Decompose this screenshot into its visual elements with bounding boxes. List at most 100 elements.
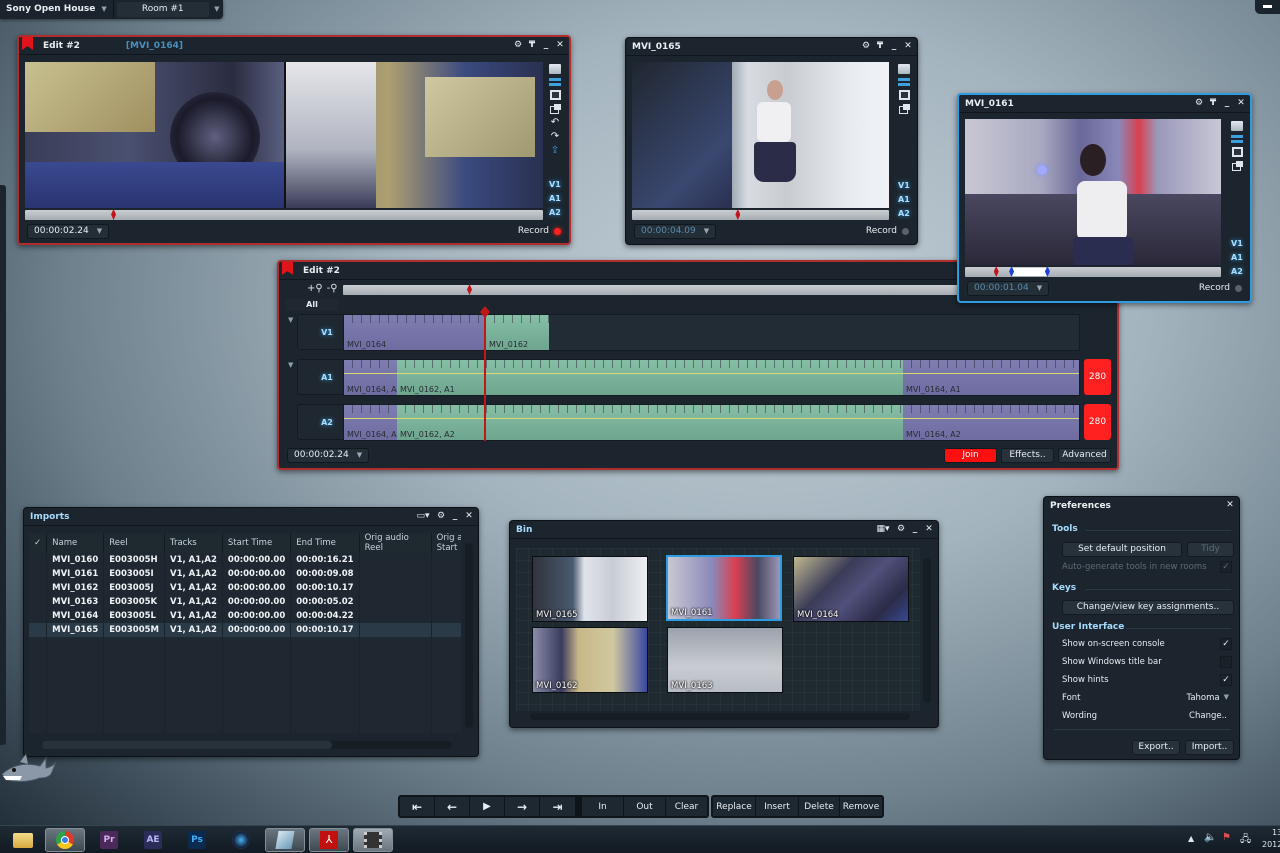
folder-icon[interactable] xyxy=(898,64,910,74)
volume-icon[interactable]: 🔈 xyxy=(1204,832,1216,843)
step-forward-button[interactable]: → xyxy=(505,797,540,816)
timeline-clip[interactable]: MVI_0164, A1 xyxy=(903,360,1079,395)
minimize-icon[interactable]: _ xyxy=(1222,98,1232,109)
video-frame[interactable] xyxy=(632,62,889,208)
zoom-in-icon[interactable]: +⚲ xyxy=(307,283,323,294)
gear-icon[interactable]: ⚙ xyxy=(513,40,523,51)
frame-icon[interactable] xyxy=(1231,147,1243,157)
column-header[interactable]: ✓ xyxy=(29,533,48,553)
timecode-display[interactable]: 00:00:01.04 ▼ xyxy=(967,281,1050,296)
bin-item-selected[interactable]: MVI_0161 xyxy=(666,555,782,621)
replace-button[interactable]: Replace xyxy=(713,797,756,816)
timecode-display[interactable]: 00:00:04.09 ▼ xyxy=(634,224,717,239)
collapse-a1-icon[interactable]: ▼ xyxy=(288,361,293,369)
premiere-icon[interactable]: Pr xyxy=(89,828,129,852)
minimize-icon[interactable]: _ xyxy=(450,511,460,522)
video-frame[interactable] xyxy=(25,62,543,208)
bin-item[interactable]: MVI_0165 xyxy=(532,556,648,622)
view-mode-icon[interactable]: ▭▾ xyxy=(414,511,432,522)
mark-out-button[interactable]: Out xyxy=(624,797,666,816)
track-a2[interactable]: MVI_0164, A2 MVI_0162, A2 MVI_0164, A2 xyxy=(343,404,1080,441)
record-viewer-titlebar[interactable]: Edit #2 [MVI_0164] ⚙ ₸ _ ✕ xyxy=(19,37,569,55)
bin-titlebar[interactable]: Bin ▦▾ ⚙ _ ✕ xyxy=(510,521,938,539)
pin-icon[interactable]: ₸ xyxy=(875,41,885,52)
delete-button[interactable]: Delete xyxy=(799,797,840,816)
change-key-assignments-button[interactable]: Change/view key assignments.. xyxy=(1062,600,1234,615)
close-icon[interactable]: ✕ xyxy=(555,40,565,51)
photoshop-icon[interactable]: Ps xyxy=(177,828,217,852)
table-row[interactable]: MVI_0165 E003005M V1, A1,A2 00:00:00.00 00:0… xyxy=(29,623,461,637)
export-button[interactable]: Export.. xyxy=(1132,740,1180,755)
playhead-marker[interactable] xyxy=(467,284,472,295)
gear-icon[interactable]: ⚙ xyxy=(861,41,871,52)
timecode-display[interactable]: 00:00:02.24 ▼ xyxy=(27,224,110,239)
track-v1-label[interactable]: V1 xyxy=(549,180,561,189)
collapse-v1-icon[interactable]: ▼ xyxy=(288,316,293,324)
table-row[interactable]: MVI_0160 E003005H V1, A1,A2 00:00:00.00 00:0… xyxy=(29,553,461,567)
timeline-clip[interactable]: MVI_0162 xyxy=(486,315,549,350)
scrub-bar[interactable] xyxy=(25,209,543,220)
timeline-clip[interactable]: MVI_0162, A1 xyxy=(397,360,903,395)
wording-change-link[interactable]: Change.. xyxy=(1189,711,1227,721)
table-row[interactable]: MVI_0163 E003005K V1, A1,A2 00:00:00.00 00:0… xyxy=(29,595,461,609)
undo-icon[interactable]: ↶ xyxy=(549,118,561,128)
scrub-bar[interactable] xyxy=(632,209,889,220)
notepad-icon[interactable] xyxy=(265,828,305,852)
clock-date[interactable]: 2012 xyxy=(1262,840,1280,849)
chevron-down-icon[interactable]: ▼ xyxy=(211,0,223,19)
remove-button[interactable]: Remove xyxy=(840,797,882,816)
tidy-button[interactable]: Tidy xyxy=(1187,542,1234,557)
vertical-scrollbar[interactable] xyxy=(465,543,473,728)
grid-view-icon[interactable]: ▦▾ xyxy=(874,524,892,535)
overlap-icon[interactable] xyxy=(898,104,910,114)
track-a2-label[interactable]: A2 xyxy=(1231,267,1243,276)
column-header[interactable]: Name xyxy=(46,533,105,553)
clock-time[interactable]: 13 xyxy=(1272,828,1280,837)
playhead-marker[interactable] xyxy=(735,209,741,220)
timecode-display[interactable]: 00:00:02.24 ▼ xyxy=(287,448,370,463)
show-title-bar-checkbox[interactable] xyxy=(1220,656,1232,668)
horizontal-scrollbar[interactable] xyxy=(42,741,452,749)
track-a2-label[interactable]: A2 xyxy=(549,208,561,217)
mark-in-button[interactable]: In xyxy=(582,797,624,816)
folder-icon[interactable] xyxy=(1231,121,1243,131)
gear-icon[interactable]: ⚙ xyxy=(896,524,906,535)
table-row[interactable]: MVI_0161 E003005I V1, A1,A2 00:00:00.00 00:0… xyxy=(29,567,461,581)
track-v1[interactable]: MVI_0164 MVI_0162 xyxy=(343,314,1080,351)
table-row[interactable]: MVI_0162 E003005J V1, A1,A2 00:00:00.00 00:0… xyxy=(29,581,461,595)
close-icon[interactable]: ✕ xyxy=(924,524,934,535)
track-a2-label[interactable]: A2 xyxy=(898,209,910,218)
gear-icon[interactable]: ⚙ xyxy=(436,511,446,522)
frame-icon[interactable] xyxy=(898,90,910,100)
bin-item[interactable]: MVI_0162 xyxy=(532,627,648,693)
timeline-clip[interactable]: MVI_0164 xyxy=(344,315,486,350)
overlap-icon[interactable] xyxy=(549,104,561,114)
network-icon[interactable]: 🖧 xyxy=(1240,832,1251,849)
overlap-icon[interactable] xyxy=(1231,161,1243,171)
show-console-checkbox[interactable]: ✓ xyxy=(1220,638,1232,650)
frame-icon[interactable] xyxy=(549,90,561,100)
list-icon[interactable] xyxy=(549,78,561,86)
timeline-clip[interactable]: MVI_0164, A2 xyxy=(344,405,397,440)
show-hints-checkbox[interactable]: ✓ xyxy=(1220,674,1232,686)
pin-icon[interactable]: ₸ xyxy=(1208,98,1218,109)
bin-item[interactable]: MVI_0164 xyxy=(793,556,909,622)
gear-icon[interactable]: ⚙ xyxy=(1194,98,1204,109)
column-header[interactable]: Tracks xyxy=(164,533,223,553)
camera-app-icon[interactable] xyxy=(221,828,261,852)
advanced-button[interactable]: Advanced xyxy=(1058,448,1111,463)
chrome-icon[interactable] xyxy=(45,828,85,852)
play-button[interactable]: ▶ xyxy=(470,797,505,816)
track-a1-label[interactable]: A1 xyxy=(549,194,561,203)
go-to-end-button[interactable]: ⇥ xyxy=(540,797,575,816)
record-toggle[interactable]: Record xyxy=(866,226,909,236)
close-icon[interactable]: ✕ xyxy=(1225,500,1235,511)
vertical-scrollbar[interactable] xyxy=(923,558,931,703)
column-header[interactable]: Orig audio Reel xyxy=(359,533,432,553)
record-toggle[interactable]: Record xyxy=(1199,283,1242,293)
list-icon[interactable] xyxy=(1231,135,1243,143)
list-icon[interactable] xyxy=(898,78,910,86)
step-back-button[interactable]: ← xyxy=(435,797,470,816)
all-tracks-button[interactable]: All xyxy=(285,299,339,311)
timeline-playhead[interactable] xyxy=(484,308,486,441)
